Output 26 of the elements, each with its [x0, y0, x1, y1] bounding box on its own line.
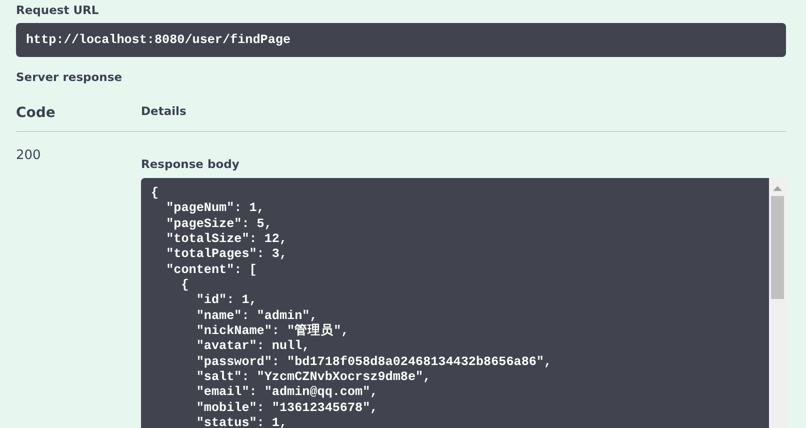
code-line: "avatar": null,	[195, 339, 311, 355]
code-line: "totalPages": 3,	[165, 247, 288, 263]
response-body-label: Response body	[141, 157, 240, 171]
request-url: http://localhost:8080/user/findPage	[26, 33, 291, 47]
request-url-label: Request URL	[16, 3, 100, 17]
code-line: "totalSize": 12,	[165, 232, 288, 248]
code-line: "content": [	[165, 262, 258, 278]
code-line: {	[180, 278, 190, 294]
column-header: Details	[141, 104, 186, 118]
status-code: 200	[16, 148, 41, 163]
code-line: "salt": "YzcmCZNvbXocrsz9dm8e",	[195, 370, 432, 386]
code-line: "pageNum": 1,	[165, 201, 266, 217]
code-line: "mobile": "13612345678",	[195, 400, 379, 416]
scrollbar-thumb[interactable]	[771, 196, 784, 299]
column-header: Code	[16, 104, 56, 120]
code-line: "name": "admin",	[195, 308, 318, 324]
scrollbar[interactable]	[769, 178, 786, 428]
code-line: "status": 1,	[195, 416, 288, 428]
scroll-up-icon[interactable]	[773, 186, 782, 192]
code-line: "id": 1,	[195, 293, 258, 309]
server-response-label: Server response	[16, 70, 124, 84]
code-line: "email": "admin@qq.com",	[195, 385, 379, 401]
code-line: "pageSize": 5,	[165, 216, 273, 232]
code-line: "nickName": "管理员",	[195, 324, 350, 340]
code-line: {	[151, 186, 160, 202]
code-line: "password": "bd1718f058d8a02468134432b8656a86",	[195, 354, 553, 370]
